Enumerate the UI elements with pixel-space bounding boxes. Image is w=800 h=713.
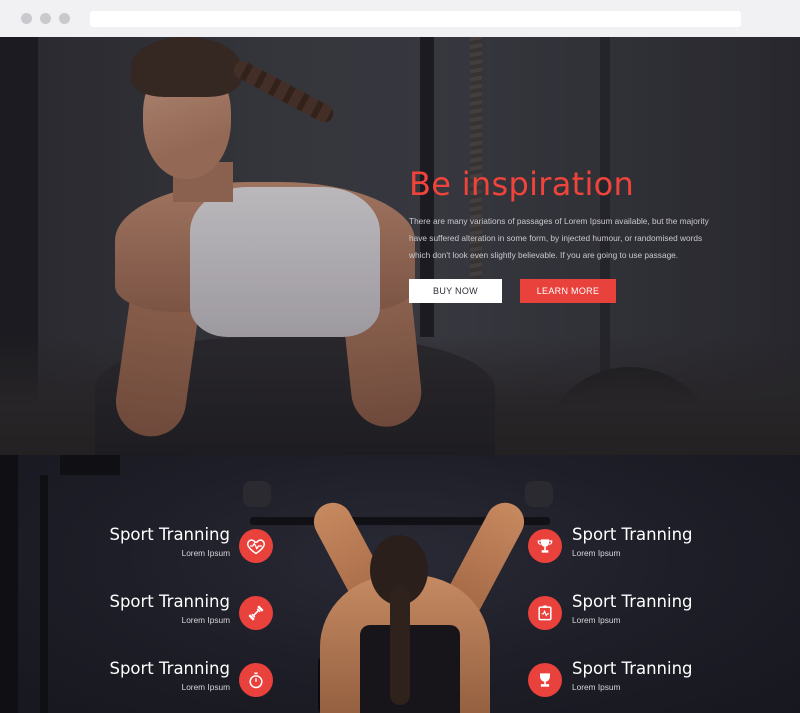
feature-subtitle: Lorem Ipsum: [181, 548, 230, 558]
glove-right: [525, 481, 553, 507]
feature-subtitle: Lorem Ipsum: [181, 682, 230, 692]
window-close-dot[interactable]: [21, 13, 32, 24]
heart-pulse-icon: [239, 529, 273, 563]
stopwatch-icon: [239, 663, 273, 697]
feature-item-left-2[interactable]: Sport Tranning Lorem Ipsum: [30, 592, 230, 632]
feature-title: Sport Tranning: [109, 525, 230, 544]
feature-item-left-3[interactable]: Sport Tranning Lorem Ipsum: [30, 659, 230, 699]
feature-title: Sport Tranning: [572, 525, 693, 544]
dumbbell-icon: [239, 596, 273, 630]
machine-top: [60, 455, 120, 475]
trophy-icon: [528, 663, 562, 697]
feature-subtitle: Lorem Ipsum: [572, 682, 621, 692]
feature-title: Sport Tranning: [572, 592, 693, 611]
window-minimize-dot[interactable]: [40, 13, 51, 24]
window-maximize-dot[interactable]: [59, 13, 70, 24]
feature-title: Sport Tranning: [109, 592, 230, 611]
feature-title: Sport Tranning: [572, 659, 693, 678]
buy-now-button[interactable]: BUY NOW: [409, 279, 502, 303]
hero-title: Be inspiration: [409, 165, 635, 203]
feature-subtitle: Lorem Ipsum: [572, 548, 621, 558]
scale-monitor-icon: [528, 596, 562, 630]
feature-item-right-2[interactable]: Sport Tranning Lorem Ipsum: [572, 592, 772, 632]
address-bar[interactable]: [90, 11, 741, 27]
feature-subtitle: Lorem Ipsum: [181, 615, 230, 625]
machine-frame-left: [0, 455, 18, 713]
feature-item-right-3[interactable]: Sport Tranning Lorem Ipsum: [572, 659, 772, 699]
feature-item-right-1[interactable]: Sport Tranning Lorem Ipsum: [572, 525, 772, 565]
learn-more-button[interactable]: LEARN MORE: [520, 279, 616, 303]
features-section: Sport Tranning Lorem Ipsum Sport Trannin…: [0, 455, 800, 713]
feature-item-left-1[interactable]: Sport Tranning Lorem Ipsum: [30, 525, 230, 565]
hero-section: Be inspiration There are many variations…: [0, 37, 800, 455]
hero-description: There are many variations of passages of…: [409, 216, 709, 260]
browser-chrome: [0, 0, 800, 37]
feature-title: Sport Tranning: [109, 659, 230, 678]
hero-content: Be inspiration There are many variations…: [409, 165, 729, 303]
glove-left: [243, 481, 271, 507]
trophy-cup-icon: [528, 529, 562, 563]
feature-subtitle: Lorem Ipsum: [572, 615, 621, 625]
